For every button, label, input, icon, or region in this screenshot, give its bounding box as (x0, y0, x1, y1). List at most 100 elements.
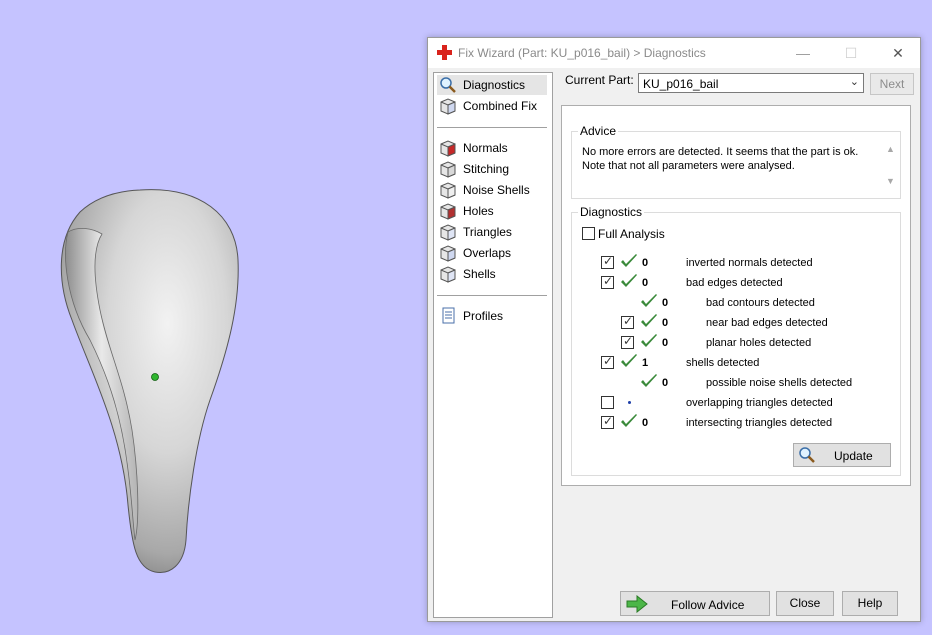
green-check-icon (641, 374, 657, 387)
help-button[interactable]: Help (842, 591, 898, 616)
advice-line-2: Note that not all parameters were analys… (582, 160, 795, 172)
checkmark-icon: ✓ (623, 314, 634, 328)
diagnostic-label: bad edges detected (686, 277, 783, 289)
nav-item-triangles[interactable]: Triangles (437, 222, 547, 242)
diagnostic-label: shells detected (686, 357, 760, 369)
close-icon[interactable]: ✕ (883, 43, 913, 63)
stitching-cube-icon (440, 161, 456, 178)
status-dot-icon (628, 401, 631, 404)
checkmark-icon: ✓ (603, 254, 614, 268)
normals-cube-icon (440, 140, 456, 157)
diagnostic-label: bad contours detected (706, 297, 815, 309)
diagnostic-checkbox[interactable]: ✓ (601, 254, 614, 269)
nav-item-label: Combined Fix (463, 99, 538, 113)
noise-shells-icon (440, 182, 456, 199)
follow-advice-label: Follow Advice (671, 598, 745, 612)
holes-cube-icon (440, 203, 456, 220)
fix-wizard-window: Fix Wizard (Part: KU_p016_bail) > Diagno… (427, 37, 921, 622)
checkmark-icon: ✓ (603, 414, 614, 428)
nav-item-noise-shells[interactable]: Noise Shells (437, 180, 547, 200)
triangles-cube-icon (440, 224, 456, 241)
nav-item-normals[interactable]: Normals (437, 138, 547, 158)
close-button[interactable]: Close (776, 591, 834, 616)
update-button[interactable]: Update (793, 443, 891, 467)
diagnostic-label: near bad edges detected (706, 317, 828, 329)
scroll-up-icon[interactable]: ▲ (886, 144, 895, 154)
nav-item-holes[interactable]: Holes (437, 201, 547, 221)
update-label: Update (834, 449, 873, 463)
document-icon (442, 307, 455, 324)
green-check-icon (641, 294, 657, 307)
checkmark-icon: ✓ (623, 334, 634, 348)
current-part-label: Current Part: (565, 73, 634, 87)
diagnostic-label: possible noise shells detected (706, 377, 853, 389)
nav-item-label: Overlaps (463, 246, 512, 260)
maximize-icon[interactable]: ☐ (836, 43, 866, 63)
overlaps-cube-icon (440, 245, 456, 262)
nav-item-label: Noise Shells (463, 183, 530, 197)
nav-item-label: Triangles (463, 225, 512, 239)
checkmark-icon: ✓ (603, 354, 614, 368)
diagnostic-count: 0 (642, 277, 649, 289)
minimize-icon[interactable]: — (788, 43, 818, 63)
diagnostic-checkbox[interactable]: ✓ (601, 414, 614, 429)
next-button[interactable]: Next (870, 73, 914, 95)
diagnostic-count: 0 (662, 297, 669, 309)
nav-item-label: Stitching (463, 162, 510, 176)
window-title: Fix Wizard (Part: KU_p016_bail) > Diagno… (458, 46, 706, 60)
diagnostic-count: 0 (662, 317, 669, 329)
advice-group: Advice No more errors are detected. It s… (571, 124, 901, 199)
nav-item-diagnostics[interactable]: Diagnostics (437, 75, 547, 95)
part-3d-model[interactable] (0, 0, 420, 635)
advice-title: Advice (578, 124, 619, 138)
diagnostic-label: intersecting triangles detected (686, 417, 833, 429)
nav-separator (437, 295, 547, 296)
diagnostic-label: inverted normals detected (686, 257, 813, 269)
diagnostic-count: 0 (642, 257, 649, 269)
nav-item-shells[interactable]: Shells (437, 264, 547, 284)
nav-item-label: Shells (463, 267, 496, 281)
fix-wizard-cross-icon (437, 45, 452, 60)
diagnostic-count: 0 (662, 377, 669, 389)
diagnostic-checkbox[interactable]: ✓ (621, 334, 634, 349)
green-check-icon (621, 254, 637, 267)
diagnostic-checkbox[interactable]: ✓ (601, 274, 614, 289)
diagnostic-checkbox[interactable]: ✓ (621, 314, 634, 329)
magnifier-icon (799, 447, 815, 463)
scroll-down-icon[interactable]: ▼ (886, 176, 895, 186)
advice-scrollbar[interactable]: ▲ ▼ (884, 144, 898, 190)
diagnostic-label: overlapping triangles detected (686, 397, 833, 409)
nav-item-label: Holes (463, 204, 494, 218)
green-check-icon (641, 314, 657, 327)
green-check-icon (621, 274, 637, 287)
diagnostic-count: 0 (662, 337, 669, 349)
advice-line-1: No more errors are detected. It seems th… (582, 146, 859, 158)
chevron-down-icon: ⌄ (849, 76, 859, 88)
diagnostics-panel: Advice No more errors are detected. It s… (561, 105, 911, 486)
green-check-icon (641, 334, 657, 347)
green-arrow-icon (626, 595, 648, 613)
green-check-icon (621, 414, 637, 427)
follow-advice-button[interactable]: Follow Advice (620, 591, 770, 616)
current-part-value: KU_p016_bail (643, 77, 719, 91)
full-analysis-label: Full Analysis (598, 227, 665, 241)
full-analysis-checkbox[interactable] (582, 227, 595, 240)
title-bar: Fix Wizard (Part: KU_p016_bail) > Diagno… (428, 38, 920, 68)
diagnostic-checkbox[interactable]: ✓ (601, 354, 614, 369)
green-check-icon (621, 354, 637, 367)
diagnostics-title: Diagnostics (578, 205, 645, 219)
nav-item-combined-fix[interactable]: Combined Fix (437, 96, 547, 116)
diagnostic-count: 1 (642, 357, 649, 369)
nav-item-stitching[interactable]: Stitching (437, 159, 547, 179)
current-part-select[interactable]: KU_p016_bail ⌄ (638, 73, 864, 93)
diagnostics-group: Diagnostics Full Analysis ✓ 0 inverted nor… (571, 205, 901, 476)
diagnostic-checkbox[interactable] (601, 396, 614, 409)
diagnostic-label: planar holes detected (706, 337, 812, 349)
nav-item-overlaps[interactable]: Overlaps (437, 243, 547, 263)
nav-item-profiles[interactable]: Profiles (437, 306, 547, 326)
diagnostic-count: 0 (642, 417, 649, 429)
nav-item-label: Diagnostics (463, 78, 526, 92)
nav-item-label: Profiles (463, 309, 504, 323)
nav-separator (437, 127, 547, 128)
shells-cube-icon (440, 266, 456, 283)
